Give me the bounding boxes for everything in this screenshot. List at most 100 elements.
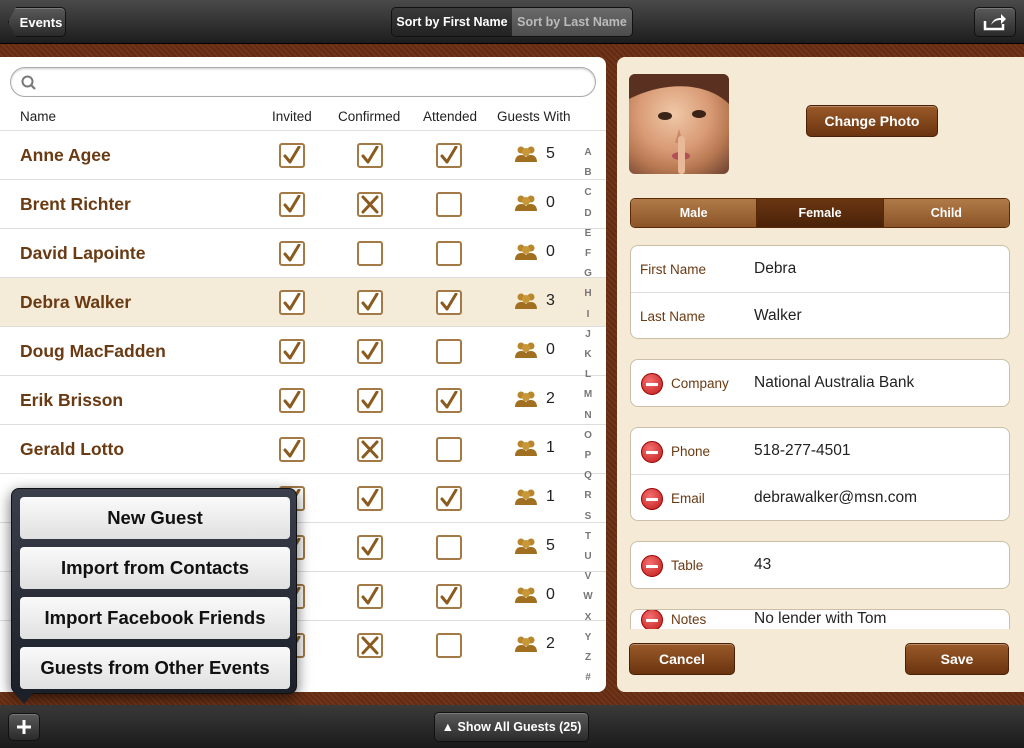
- gender-male-button[interactable]: Male: [631, 199, 757, 227]
- index-letter[interactable]: S: [580, 507, 596, 527]
- index-letter[interactable]: X: [580, 608, 596, 628]
- attended-checkbox[interactable]: [436, 339, 462, 364]
- index-letter[interactable]: F: [580, 244, 596, 264]
- attended-checkbox[interactable]: [436, 290, 462, 315]
- index-letter[interactable]: H: [580, 284, 596, 304]
- remove-table-icon[interactable]: [641, 555, 663, 577]
- table-value[interactable]: 43: [754, 556, 771, 574]
- index-letter[interactable]: K: [580, 345, 596, 365]
- invited-checkbox[interactable]: [279, 339, 305, 364]
- index-letter[interactable]: B: [580, 163, 596, 183]
- phone-value[interactable]: 518-277-4501: [754, 442, 851, 460]
- index-letter[interactable]: U: [580, 547, 596, 567]
- remove-email-icon[interactable]: [641, 488, 663, 510]
- attended-checkbox[interactable]: [436, 192, 462, 217]
- confirmed-checkbox[interactable]: [357, 339, 383, 364]
- save-button[interactable]: Save: [905, 643, 1009, 675]
- email-value[interactable]: debrawalker@msn.com: [754, 489, 917, 507]
- guest-row[interactable]: Gerald Lotto 1: [0, 424, 606, 473]
- guest-row[interactable]: Doug MacFadden 0: [0, 326, 606, 375]
- confirmed-checkbox[interactable]: [357, 633, 383, 658]
- confirmed-checkbox[interactable]: [357, 486, 383, 511]
- import-facebook-button[interactable]: Import Facebook Friends: [20, 597, 290, 639]
- attended-checkbox[interactable]: [436, 388, 462, 413]
- guest-row[interactable]: Brent Richter 0: [0, 179, 606, 228]
- index-letter[interactable]: I: [580, 305, 596, 325]
- guest-row[interactable]: Anne Agee 5: [0, 130, 606, 179]
- index-letter[interactable]: M: [580, 385, 596, 405]
- sort-last-name-button[interactable]: Sort by Last Name: [512, 8, 632, 36]
- index-letter[interactable]: T: [580, 527, 596, 547]
- index-letter[interactable]: P: [580, 446, 596, 466]
- events-back-button[interactable]: Events: [8, 7, 66, 37]
- remove-company-icon[interactable]: [641, 373, 663, 395]
- search-input[interactable]: [10, 67, 596, 97]
- attended-checkbox[interactable]: [436, 241, 462, 266]
- confirmed-checkbox[interactable]: [357, 388, 383, 413]
- index-letter[interactable]: Q: [580, 466, 596, 486]
- index-letter[interactable]: N: [580, 406, 596, 426]
- cancel-button[interactable]: Cancel: [629, 643, 735, 675]
- index-letter[interactable]: C: [580, 183, 596, 203]
- other-events-button[interactable]: Guests from Other Events: [20, 647, 290, 689]
- index-letter[interactable]: #: [580, 668, 596, 688]
- table-field[interactable]: Table 43: [631, 542, 1009, 588]
- first-name-value[interactable]: Debra: [754, 260, 796, 278]
- attended-checkbox[interactable]: [436, 143, 462, 168]
- first-name-field[interactable]: First Name Debra: [631, 246, 1009, 292]
- index-letter[interactable]: R: [580, 486, 596, 506]
- import-contacts-button[interactable]: Import from Contacts: [20, 547, 290, 589]
- confirmed-checkbox[interactable]: [357, 192, 383, 217]
- last-name-value[interactable]: Walker: [754, 307, 802, 325]
- change-photo-button[interactable]: Change Photo: [806, 105, 938, 137]
- attended-checkbox[interactable]: [436, 633, 462, 658]
- alphabet-index[interactable]: A B C D E F G H I J K L M N O P Q R S T U V W X Y Z #: [580, 143, 596, 688]
- attended-checkbox[interactable]: [436, 535, 462, 560]
- share-button[interactable]: [974, 7, 1016, 37]
- guest-photo[interactable]: [629, 74, 729, 174]
- last-name-field[interactable]: Last Name Walker: [631, 292, 1009, 338]
- guest-row[interactable]: Debra Walker 3: [0, 277, 606, 326]
- index-letter[interactable]: L: [580, 365, 596, 385]
- remove-notes-icon[interactable]: [641, 610, 663, 631]
- show-all-guests-button[interactable]: ▲ Show All Guests (25): [434, 712, 589, 742]
- index-letter[interactable]: V: [580, 567, 596, 587]
- company-field[interactable]: Company National Australia Bank: [631, 360, 1009, 406]
- attended-checkbox[interactable]: [436, 437, 462, 462]
- phone-field[interactable]: Phone 518-277-4501: [631, 428, 1009, 474]
- index-letter[interactable]: D: [580, 204, 596, 224]
- notes-value[interactable]: No lender with Tom: [754, 610, 886, 628]
- sort-first-name-button[interactable]: Sort by First Name: [392, 8, 512, 36]
- invited-checkbox[interactable]: [279, 388, 305, 413]
- confirmed-checkbox[interactable]: [357, 437, 383, 462]
- guest-row[interactable]: David Lapointe 0: [0, 228, 606, 277]
- new-guest-button[interactable]: New Guest: [20, 497, 290, 539]
- confirmed-checkbox[interactable]: [357, 584, 383, 609]
- confirmed-checkbox[interactable]: [357, 241, 383, 266]
- gender-female-button[interactable]: Female: [756, 199, 883, 227]
- email-field[interactable]: Email debrawalker@msn.com: [631, 474, 1009, 520]
- company-value[interactable]: National Australia Bank: [754, 374, 914, 392]
- confirmed-checkbox[interactable]: [357, 535, 383, 560]
- add-button[interactable]: [8, 713, 40, 741]
- index-letter[interactable]: E: [580, 224, 596, 244]
- index-letter[interactable]: A: [580, 143, 596, 163]
- attended-checkbox[interactable]: [436, 584, 462, 609]
- invited-checkbox[interactable]: [279, 437, 305, 462]
- confirmed-checkbox[interactable]: [357, 290, 383, 315]
- invited-checkbox[interactable]: [279, 192, 305, 217]
- remove-phone-icon[interactable]: [641, 441, 663, 463]
- index-letter[interactable]: W: [580, 587, 596, 607]
- attended-checkbox[interactable]: [436, 486, 462, 511]
- invited-checkbox[interactable]: [279, 241, 305, 266]
- index-letter[interactable]: Y: [580, 628, 596, 648]
- guest-row[interactable]: Erik Brisson 2: [0, 375, 606, 424]
- index-letter[interactable]: O: [580, 426, 596, 446]
- gender-child-button[interactable]: Child: [882, 199, 1009, 227]
- invited-checkbox[interactable]: [279, 143, 305, 168]
- confirmed-checkbox[interactable]: [357, 143, 383, 168]
- index-letter[interactable]: Z: [580, 648, 596, 668]
- index-letter[interactable]: G: [580, 264, 596, 284]
- invited-checkbox[interactable]: [279, 290, 305, 315]
- index-letter[interactable]: J: [580, 325, 596, 345]
